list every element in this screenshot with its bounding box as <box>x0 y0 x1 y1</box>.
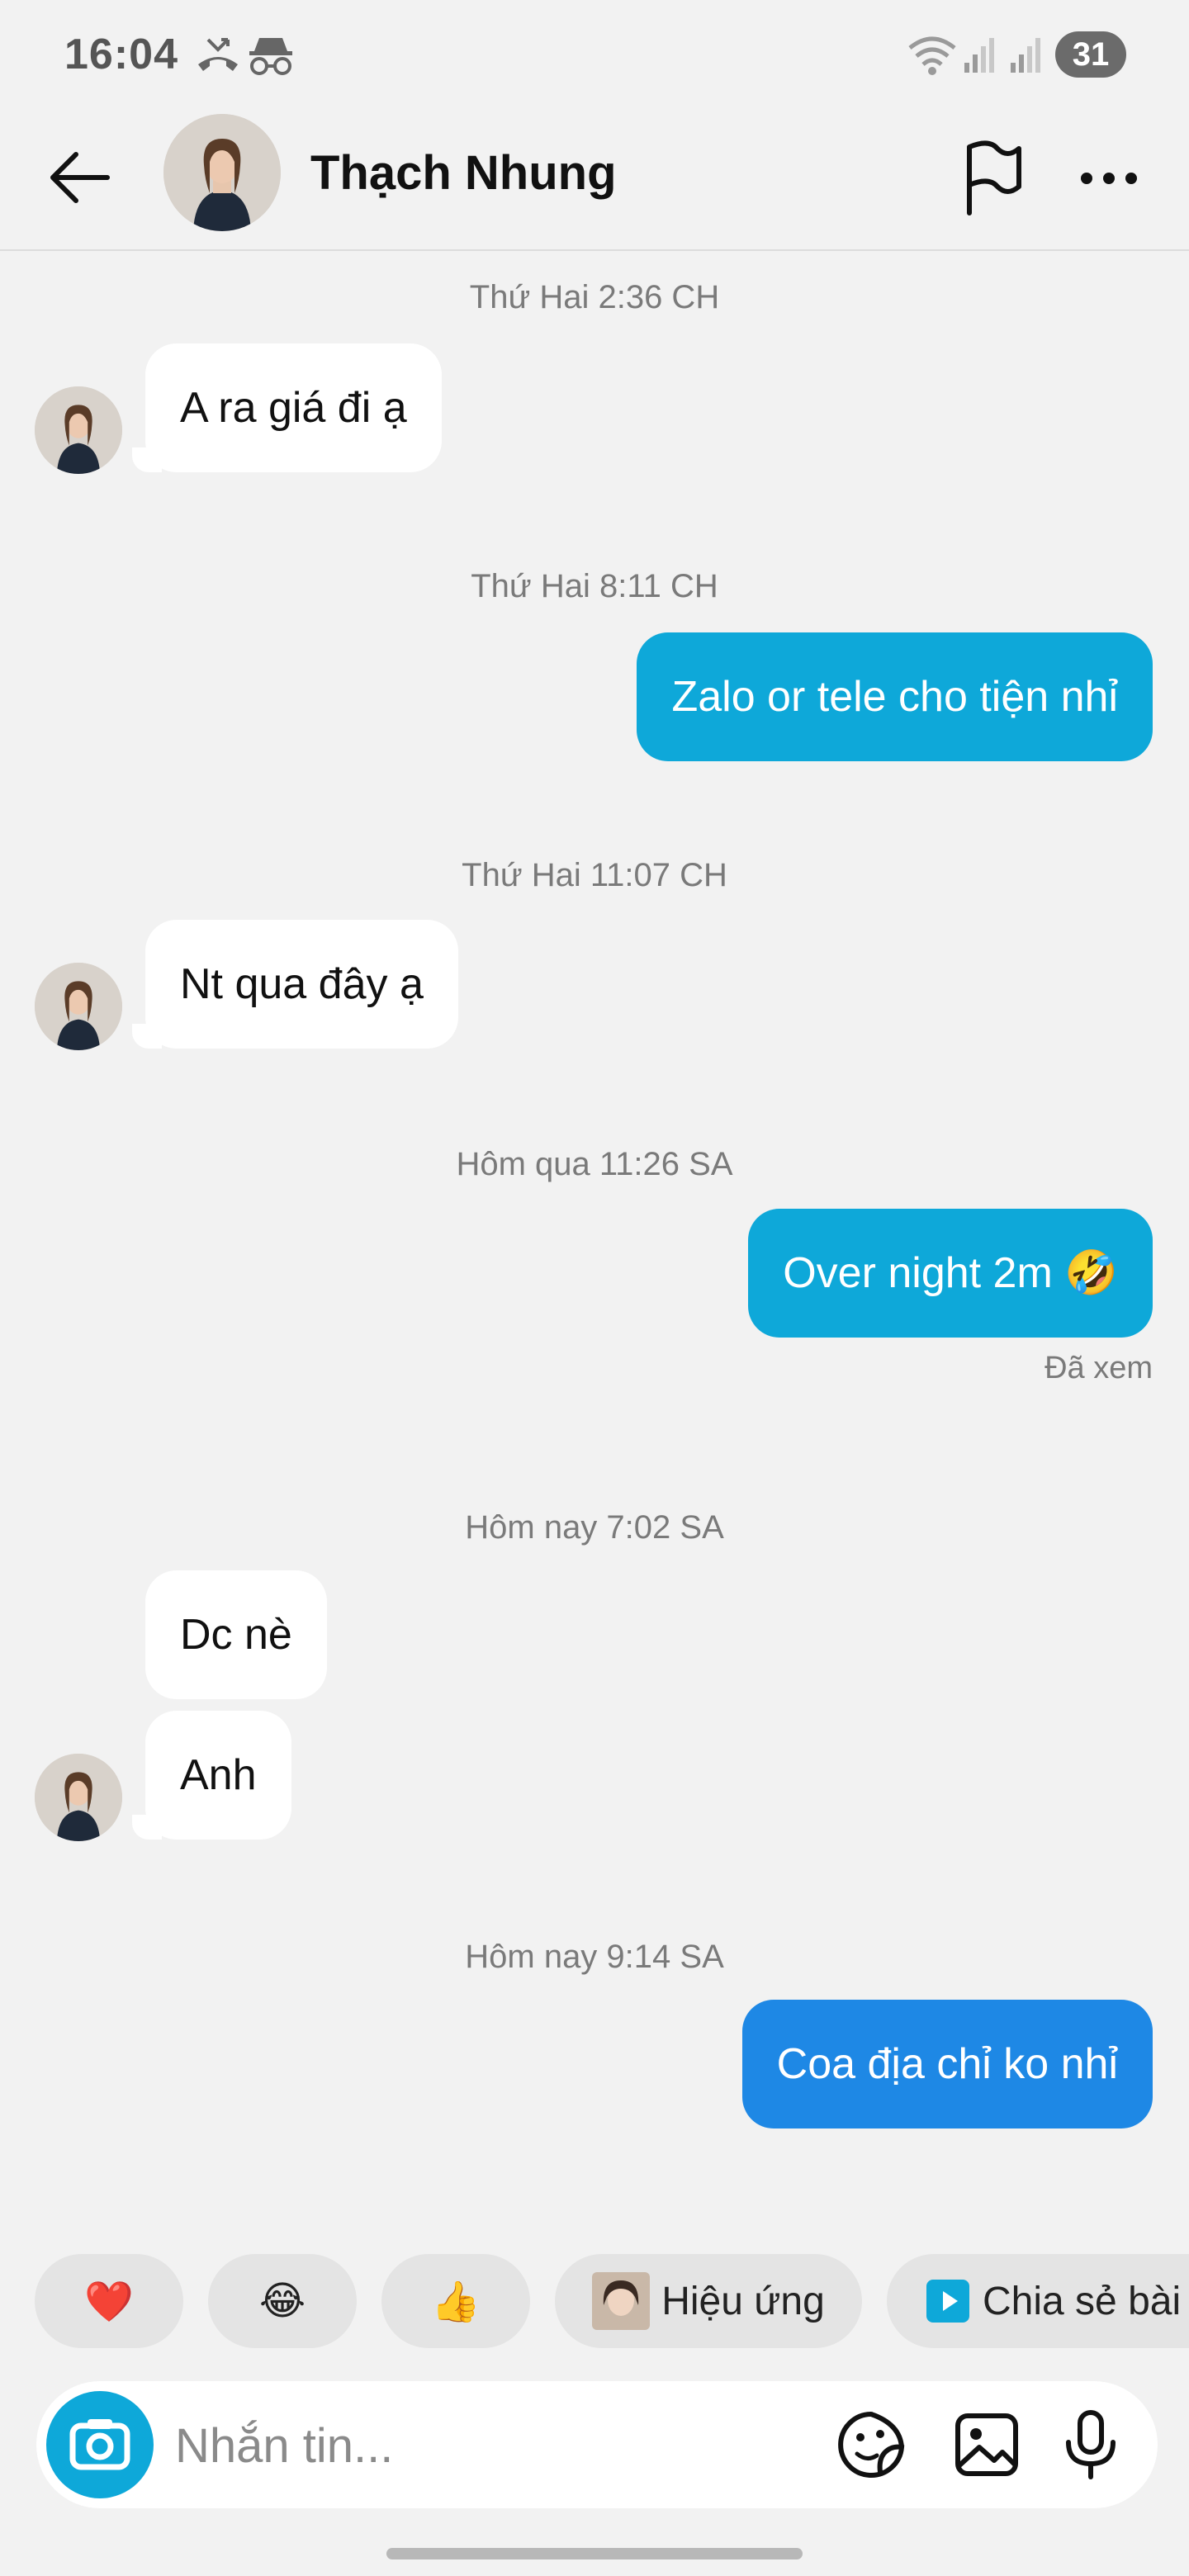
camera-button[interactable] <box>46 2391 154 2498</box>
sender-avatar[interactable] <box>35 1754 122 1841</box>
timestamp: Thứ Hai 11:07 CH <box>462 857 727 893</box>
incoming-message[interactable]: Dc nè <box>145 1570 327 1699</box>
outgoing-message[interactable]: Zalo or tele cho tiện nhỉ <box>637 632 1153 761</box>
thumbs-up-icon: 👍 <box>431 2280 481 2324</box>
status-bar: 16:04 31 <box>0 0 1189 107</box>
sender-avatar[interactable] <box>35 386 122 474</box>
timestamp: Thứ Hai 2:36 CH <box>469 279 720 315</box>
gallery-icon[interactable] <box>950 2408 1024 2482</box>
quick-thumbs-up-button[interactable]: 👍 <box>381 2254 530 2348</box>
timestamp: Hôm nay 7:02 SA <box>465 1509 724 1546</box>
missed-call-icon <box>198 38 238 71</box>
quick-heart-button[interactable]: ❤️ <box>35 2254 183 2348</box>
sticker-icon[interactable] <box>834 2408 908 2482</box>
outgoing-message[interactable]: Over night 2m 🤣 <box>748 1209 1153 1338</box>
home-indicator[interactable] <box>386 2548 803 2559</box>
status-time: 16:04 <box>64 31 178 78</box>
incoming-message[interactable]: Nt qua đây ạ <box>145 920 458 1049</box>
laughing-emoji-icon: 😂 <box>258 2280 306 2323</box>
more-icon[interactable] <box>1072 145 1146 211</box>
effects-button[interactable]: Hiệu ứng <box>555 2254 862 2348</box>
play-video-icon <box>926 2280 969 2323</box>
effects-thumbnail-icon <box>592 2272 651 2330</box>
timestamp: Hôm qua 11:26 SA <box>456 1146 733 1182</box>
incoming-message[interactable]: Anh <box>145 1711 291 1840</box>
timestamp: Hôm nay 9:14 SA <box>465 1939 724 1975</box>
share-post-button[interactable]: Chia sẻ bài <box>887 2254 1189 2348</box>
camera-icon <box>69 2419 130 2470</box>
incoming-message[interactable]: A ra giá đi ạ <box>145 343 442 472</box>
wifi-icon <box>908 36 956 75</box>
share-post-label: Chia sẻ bài <box>983 2279 1182 2323</box>
seen-status: Đã xem <box>1045 1351 1153 1385</box>
signal-icon <box>964 38 994 73</box>
microphone-icon[interactable] <box>1054 2408 1128 2482</box>
signal-icon <box>1011 38 1040 73</box>
flag-icon[interactable] <box>956 137 1030 220</box>
quick-laugh-button[interactable]: 😂 <box>208 2254 357 2348</box>
battery-indicator: 31 <box>1055 31 1126 78</box>
effects-label: Hiệu ứng <box>661 2279 825 2323</box>
chat-header: Thạch Nhung <box>0 107 1189 251</box>
contact-name[interactable]: Thạch Nhung <box>310 145 617 201</box>
sender-avatar[interactable] <box>35 963 122 1050</box>
heart-icon: ❤️ <box>84 2280 134 2324</box>
contact-avatar[interactable] <box>163 114 281 231</box>
message-input[interactable] <box>175 2413 819 2479</box>
back-arrow-icon[interactable] <box>43 140 117 215</box>
incognito-icon <box>249 38 292 75</box>
message-composer <box>36 2381 1158 2508</box>
outgoing-message[interactable]: Coa địa chỉ ko nhỉ <box>741 2000 1153 2129</box>
timestamp: Thứ Hai 8:11 CH <box>471 568 718 604</box>
chat-screen: 16:04 31 Thạch Nhung Thứ Hai 2:36 CH A r… <box>0 0 1189 2576</box>
